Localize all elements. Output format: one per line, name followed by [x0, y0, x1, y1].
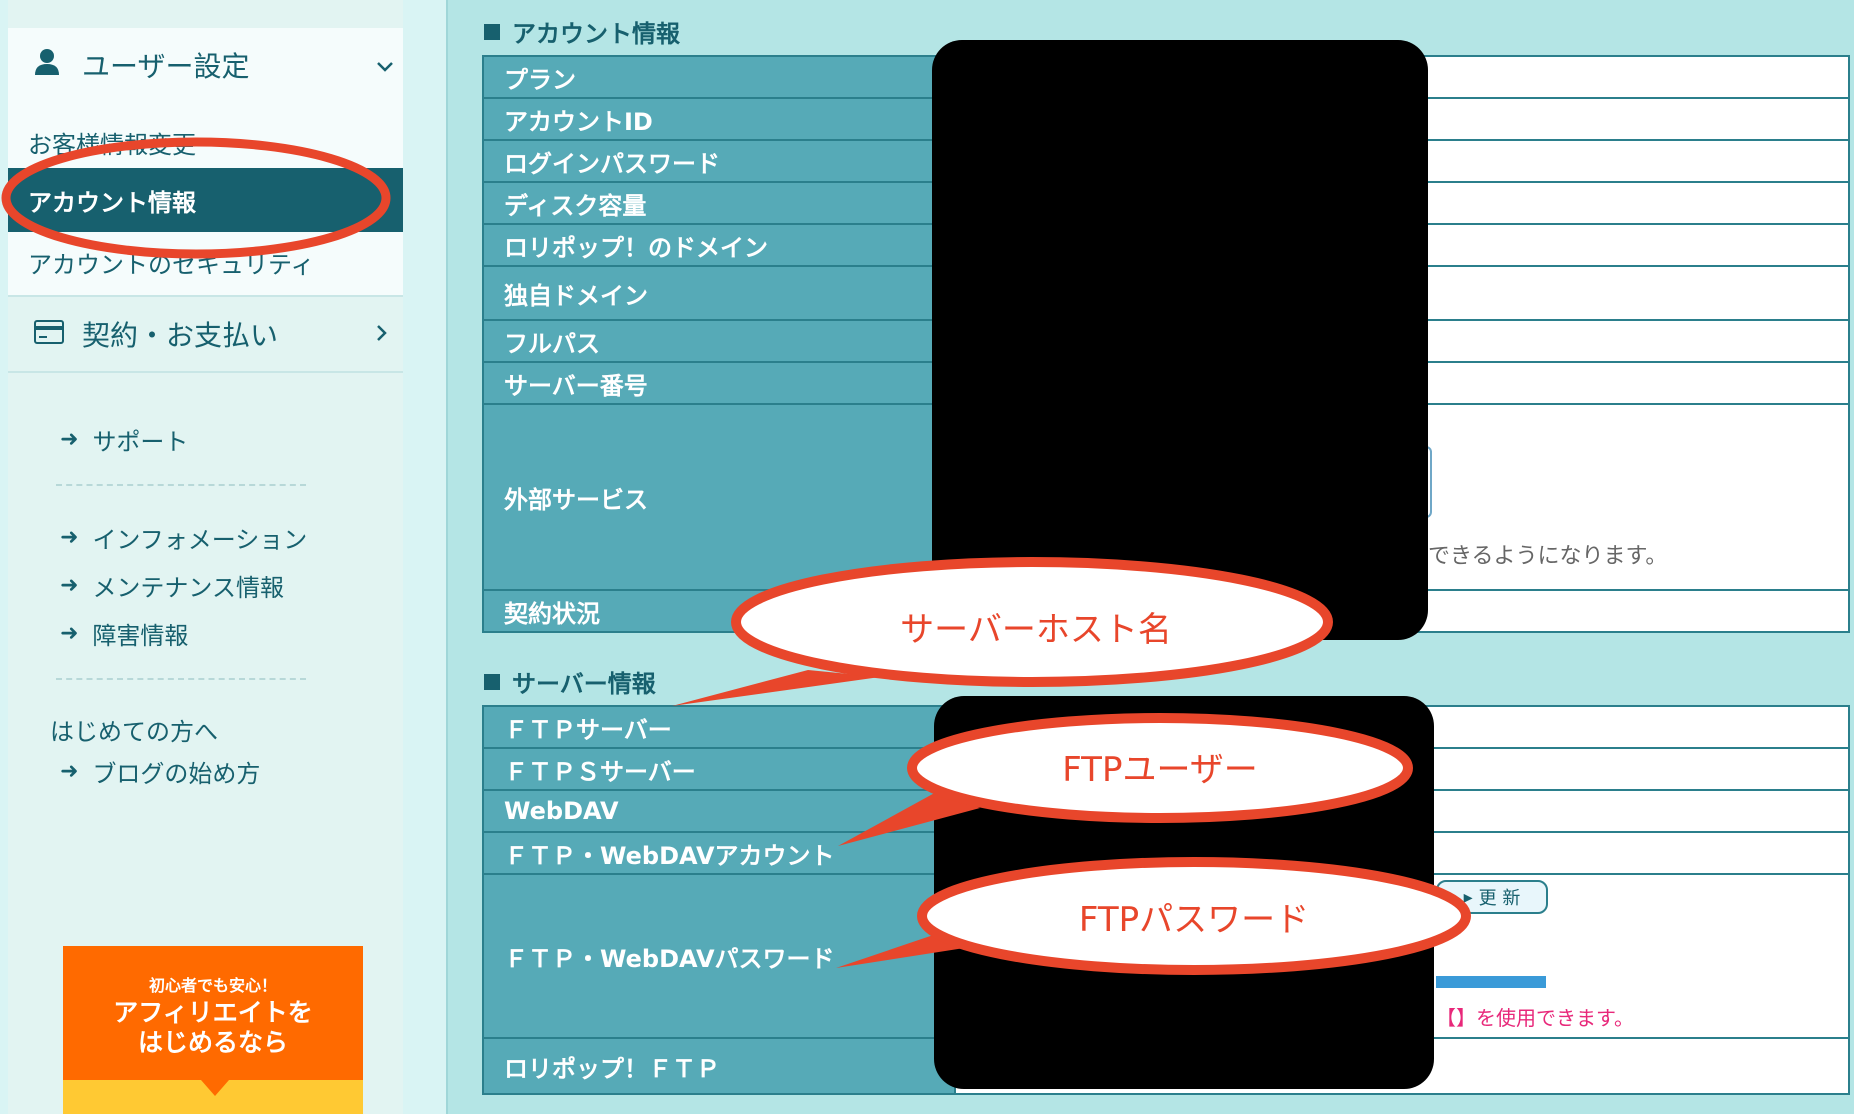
nav-link-information[interactable]: ➜ インフォメーション: [60, 520, 307, 555]
callout-ftp-user: FTPユーザー: [1062, 750, 1258, 790]
arrow-right-icon: ➜: [60, 427, 79, 452]
contract-payment-header[interactable]: 契約・お支払い: [8, 297, 403, 373]
password-strength-bar: [1436, 976, 1546, 988]
callout-server-host: サーバーホスト名: [900, 610, 1172, 650]
sidebar-item-label: アカウントのセキュリティ: [28, 250, 315, 279]
update-button-label: 更 新: [1478, 888, 1521, 909]
server-info-title: サーバー情報: [484, 664, 656, 699]
square-bullet-icon: [484, 23, 500, 40]
row-label-ftp-server: ＦＴＰサーバー: [482, 705, 956, 749]
square-bullet-icon: [484, 673, 500, 690]
row-label-account-id: アカウントID: [482, 97, 956, 141]
password-note-bracket: 【】: [1436, 1006, 1476, 1030]
chevron-down-icon: [376, 51, 394, 79]
play-icon: ▸: [1463, 886, 1473, 908]
affiliate-promo-banner[interactable]: 初心者でも安心！ アフィリエイトを はじめるなら: [63, 946, 363, 1114]
sidebar-item-account-info[interactable]: アカウント情報: [8, 168, 403, 232]
first-time-label: はじめての方へ: [50, 718, 218, 746]
nav-link-failure[interactable]: ➜ 障害情報: [60, 616, 188, 651]
row-label-webdav: WebDAV: [482, 789, 956, 833]
password-note-text: を使用できます。: [1476, 1006, 1634, 1030]
password-note: 【】を使用できます。: [1436, 1002, 1634, 1031]
sidebar-item-label: お客様情報変更: [28, 130, 196, 159]
nav-link-label: サポート: [92, 428, 189, 456]
arrow-right-icon: ➜: [60, 621, 79, 646]
divider: [56, 484, 306, 486]
row-label-ftp-webdav-account: ＦＴＰ・WebDAVアカウント: [482, 831, 956, 875]
password-update-button[interactable]: ▸ 更 新: [1436, 880, 1548, 914]
main-content: アカウント情報 プラン アカウントID ログインパスワード ディスク容量 ロリポ…: [448, 0, 1854, 1114]
row-label-plan: プラン: [482, 55, 956, 99]
row-label-external-service: 外部サービス: [482, 403, 956, 591]
promo-line: はじめるなら: [137, 1028, 288, 1057]
external-service-note: できるようになります。: [1428, 544, 1668, 569]
user-settings-panel: ユーザー設定 お客様情報変更 アカウント情報 アカウントのセキュリティ: [8, 28, 403, 297]
nav-link-support[interactable]: ➜ サポート: [60, 422, 188, 457]
promo-pointer: [201, 1080, 229, 1096]
user-settings-header[interactable]: ユーザー設定: [8, 28, 403, 102]
row-label-lolipop-ftp: ロリポップ！ＦＴＰ: [482, 1037, 956, 1095]
row-label-disk-capacity: ディスク容量: [482, 181, 956, 225]
row-label-ftps-server: ＦＴＰＳサーバー: [482, 747, 956, 791]
credit-card-icon: [34, 318, 64, 351]
nav-link-label: インフォメーション: [92, 526, 308, 554]
promo-headline: アフィリエイトを はじめるなら: [63, 998, 363, 1058]
sidebar-item-account-security[interactable]: アカウントのセキュリティ: [8, 232, 403, 292]
row-label-lolipop-domain: ロリポップ！のドメイン: [482, 223, 956, 267]
nav-link-maintenance[interactable]: ➜ メンテナンス情報: [60, 568, 284, 603]
contract-payment-label: 契約・お支払い: [82, 319, 279, 352]
nav-link-label: 障害情報: [92, 622, 189, 650]
redacted-area: [932, 40, 1428, 640]
first-time-heading: はじめての方へ: [50, 712, 218, 747]
divider: [56, 678, 306, 680]
promo-tagline: 初心者でも安心！: [148, 976, 277, 995]
row-label-login-password: ログインパスワード: [482, 139, 956, 183]
arrow-right-icon: ➜: [60, 525, 79, 550]
section-title-label: アカウント情報: [512, 20, 680, 48]
user-icon: [34, 48, 60, 83]
row-label-server-number: サーバー番号: [482, 361, 956, 405]
section-title-label: サーバー情報: [512, 670, 656, 698]
nav-link-label: ブログの始め方: [92, 760, 261, 788]
sidebar-menu: ユーザー設定 お客様情報変更 アカウント情報 アカウントのセキュリティ 契約・お…: [8, 0, 403, 1114]
sidebar: ユーザー設定 お客様情報変更 アカウント情報 アカウントのセキュリティ 契約・お…: [0, 0, 448, 1114]
sidebar-item-customer-info[interactable]: お客様情報変更: [8, 112, 403, 172]
user-settings-label: ユーザー設定: [82, 50, 250, 83]
arrow-right-icon: ➜: [60, 573, 79, 598]
nav-link-blog-guide[interactable]: ➜ ブログの始め方: [60, 754, 260, 789]
row-label-full-path: フルパス: [482, 319, 956, 363]
row-label-custom-domain: 独自ドメイン: [482, 265, 956, 321]
arrow-right-icon: ➜: [60, 759, 79, 784]
nav-link-label: メンテナンス情報: [92, 574, 284, 602]
sidebar-item-label: アカウント情報: [28, 188, 196, 217]
account-info-title: アカウント情報: [484, 14, 680, 49]
chevron-right-icon: [376, 320, 388, 348]
callout-ftp-password: FTPパスワード: [1078, 900, 1310, 940]
promo-line: アフィリエイトを: [113, 998, 313, 1027]
row-label-ftp-webdav-password: ＦＴＰ・WebDAVパスワード: [482, 873, 956, 1039]
